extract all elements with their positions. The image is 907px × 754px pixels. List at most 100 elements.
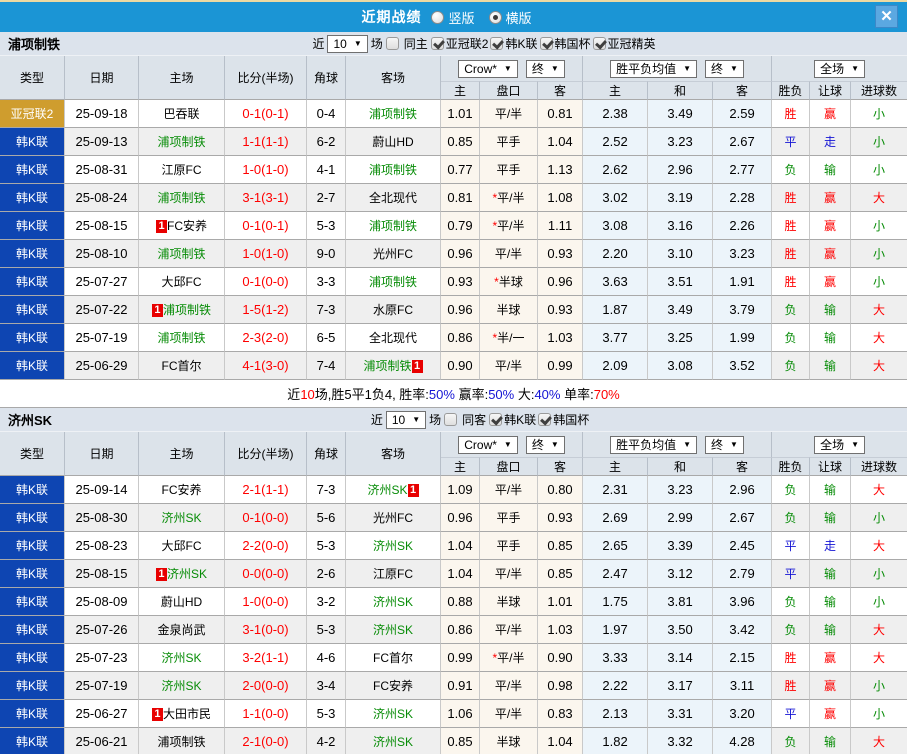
- mean-odds: 2.26: [713, 212, 773, 240]
- odds-line-text: 平/半: [494, 247, 523, 261]
- home-team: 大邱FC: [139, 268, 225, 296]
- match-date: 25-09-13: [65, 128, 139, 156]
- odds-source-select-value: Crow*: [464, 61, 497, 76]
- goals-flag: 小: [851, 268, 907, 296]
- odds-group-header: Crow* ▼ 终 ▼: [441, 432, 584, 457]
- match-score: 3-1(0-0): [225, 616, 307, 644]
- result-flag: 胜: [772, 268, 811, 296]
- match-date: 25-08-24: [65, 184, 139, 212]
- handicap-flag: 输: [810, 560, 852, 588]
- mean-stage-select[interactable]: 终 ▼: [705, 435, 744, 454]
- league-badge: 韩K联: [0, 504, 65, 532]
- team-name-text: 江原FC: [373, 567, 413, 581]
- mean-stage-select[interactable]: 终 ▼: [705, 59, 744, 78]
- league-checkbox-label[interactable]: 亚冠联2: [446, 35, 489, 52]
- mean-odds: 1.91: [713, 268, 773, 296]
- odds-stage-select[interactable]: 终 ▼: [525, 59, 565, 78]
- league-checkbox[interactable]: [489, 413, 503, 426]
- odds-away: 0.85: [538, 560, 584, 588]
- team-name-text: 大邱FC: [161, 275, 202, 289]
- league-checkbox[interactable]: [592, 37, 606, 50]
- layout-radio-label[interactable]: 横版: [506, 8, 532, 27]
- league-checkbox[interactable]: [430, 37, 444, 50]
- odds-home: 1.06: [441, 700, 480, 728]
- league-checkbox-label[interactable]: 韩K联: [505, 35, 537, 52]
- away-team: 全北现代: [346, 184, 441, 212]
- mean-odds: 3.12: [648, 560, 714, 588]
- result-flag: 负: [772, 352, 811, 380]
- same-venue-label[interactable]: 同主: [404, 35, 428, 52]
- away-team: 浦项制铁: [346, 268, 441, 296]
- team-name-text: 济州SK: [161, 511, 202, 525]
- mean-source-select[interactable]: 胜平负均值 ▼: [610, 435, 698, 454]
- mean-odds: 2.13: [583, 700, 649, 728]
- odds-stage-select[interactable]: 终 ▼: [525, 435, 565, 454]
- same-venue-checkbox[interactable]: [385, 37, 399, 50]
- mean-odds: 3.79: [713, 296, 773, 324]
- home-team: 济州SK: [139, 672, 225, 700]
- team-name-text: 济州SK: [372, 595, 413, 609]
- mean-source-select[interactable]: 胜平负均值 ▼: [610, 59, 698, 78]
- match-count-select[interactable]: 10 ▼: [327, 34, 368, 53]
- filter-games-label: 场: [370, 37, 383, 51]
- corner-score: 0-4: [307, 100, 346, 128]
- layout-radio-unselected[interactable]: [431, 10, 445, 24]
- match-date: 25-08-30: [65, 504, 139, 532]
- home-team: 大邱FC: [139, 532, 225, 560]
- league-checkbox[interactable]: [539, 37, 553, 50]
- odds-source-select[interactable]: Crow* ▼: [458, 435, 518, 454]
- league-checkbox-label[interactable]: 亚冠精英: [608, 35, 656, 52]
- league-checkbox-label[interactable]: 韩国杯: [553, 411, 589, 428]
- summary-segment: 10: [300, 387, 315, 402]
- goals-flag: 小: [851, 240, 907, 268]
- match-count-select[interactable]: 10 ▼: [385, 410, 427, 429]
- close-button[interactable]: ✕: [875, 5, 898, 28]
- home-team: 金泉尚武: [139, 616, 225, 644]
- match-row: 韩K联 25-07-19 浦项制铁 2-3(2-0) 6-5 全北现代 0.86 *半/一 1.…: [0, 324, 907, 352]
- layout-radio-label[interactable]: 竖版: [448, 8, 474, 27]
- odds-line-text: 半球: [496, 595, 521, 609]
- filter-bar: 近 10 ▼ 场 同主 亚冠联2 韩K联 韩国杯 亚冠精英: [60, 34, 907, 53]
- away-team: 全北现代: [346, 324, 441, 352]
- red-card-badge: 1: [151, 304, 163, 317]
- match-date: 25-08-15: [65, 212, 139, 240]
- sub-column-header: 客: [538, 457, 584, 476]
- match-row: 韩K联 25-06-21 浦项制铁 2-1(0-0) 4-2 济州SK 0.85 半球 1.04…: [0, 728, 907, 754]
- odds-home: 0.90: [441, 352, 480, 380]
- sub-column-header: 主: [441, 457, 480, 476]
- mean-odds: 3.11: [713, 672, 773, 700]
- team-name-text: 浦项制铁: [157, 735, 206, 749]
- same-venue-checkbox[interactable]: [444, 413, 458, 426]
- scope-select[interactable]: 全场 ▼: [814, 435, 865, 454]
- team-name-text: FC安养: [167, 219, 207, 233]
- mean-odds: 3.51: [648, 268, 714, 296]
- layout-radio-selected[interactable]: [488, 10, 502, 24]
- scope-group-header: 全场 ▼: [772, 56, 907, 81]
- close-icon: ✕: [880, 8, 893, 25]
- odds-line: 平/半: [480, 352, 538, 380]
- league-checkbox[interactable]: [490, 37, 504, 50]
- team-name-text: 大邱FC: [161, 539, 202, 553]
- scope-select[interactable]: 全场 ▼: [814, 59, 865, 78]
- mean-odds: 3.50: [648, 616, 714, 644]
- league-checkbox[interactable]: [538, 413, 552, 426]
- home-team: 浦项制铁: [139, 324, 225, 352]
- odds-source-select[interactable]: Crow* ▼: [458, 59, 518, 78]
- match-row: 韩K联 25-08-15 1 FC安养 0-1(0-1) 5-3 浦项制铁 0.79 *平/半 1…: [0, 212, 907, 240]
- odds-line: 平手: [480, 156, 538, 184]
- match-count-select-value: 10: [333, 36, 347, 51]
- handicap-flag: 赢: [810, 100, 852, 128]
- home-team: 1 大田市民: [139, 700, 225, 728]
- same-venue-label[interactable]: 同客: [462, 411, 486, 428]
- odds-line: 平/半: [480, 100, 538, 128]
- odds-line-text: 半/一: [497, 331, 525, 345]
- goals-flag: 小: [851, 212, 907, 240]
- league-checkbox-label[interactable]: 韩K联: [504, 411, 536, 428]
- league-checkbox-label[interactable]: 韩国杯: [555, 35, 591, 52]
- goals-flag: 小: [851, 672, 907, 700]
- league-badge: 韩K联: [0, 296, 65, 324]
- odds-home: 0.85: [441, 128, 480, 156]
- match-score: 1-0(1-0): [225, 240, 307, 268]
- mean-odds: 2.15: [713, 644, 773, 672]
- mean-odds: 1.75: [583, 588, 649, 616]
